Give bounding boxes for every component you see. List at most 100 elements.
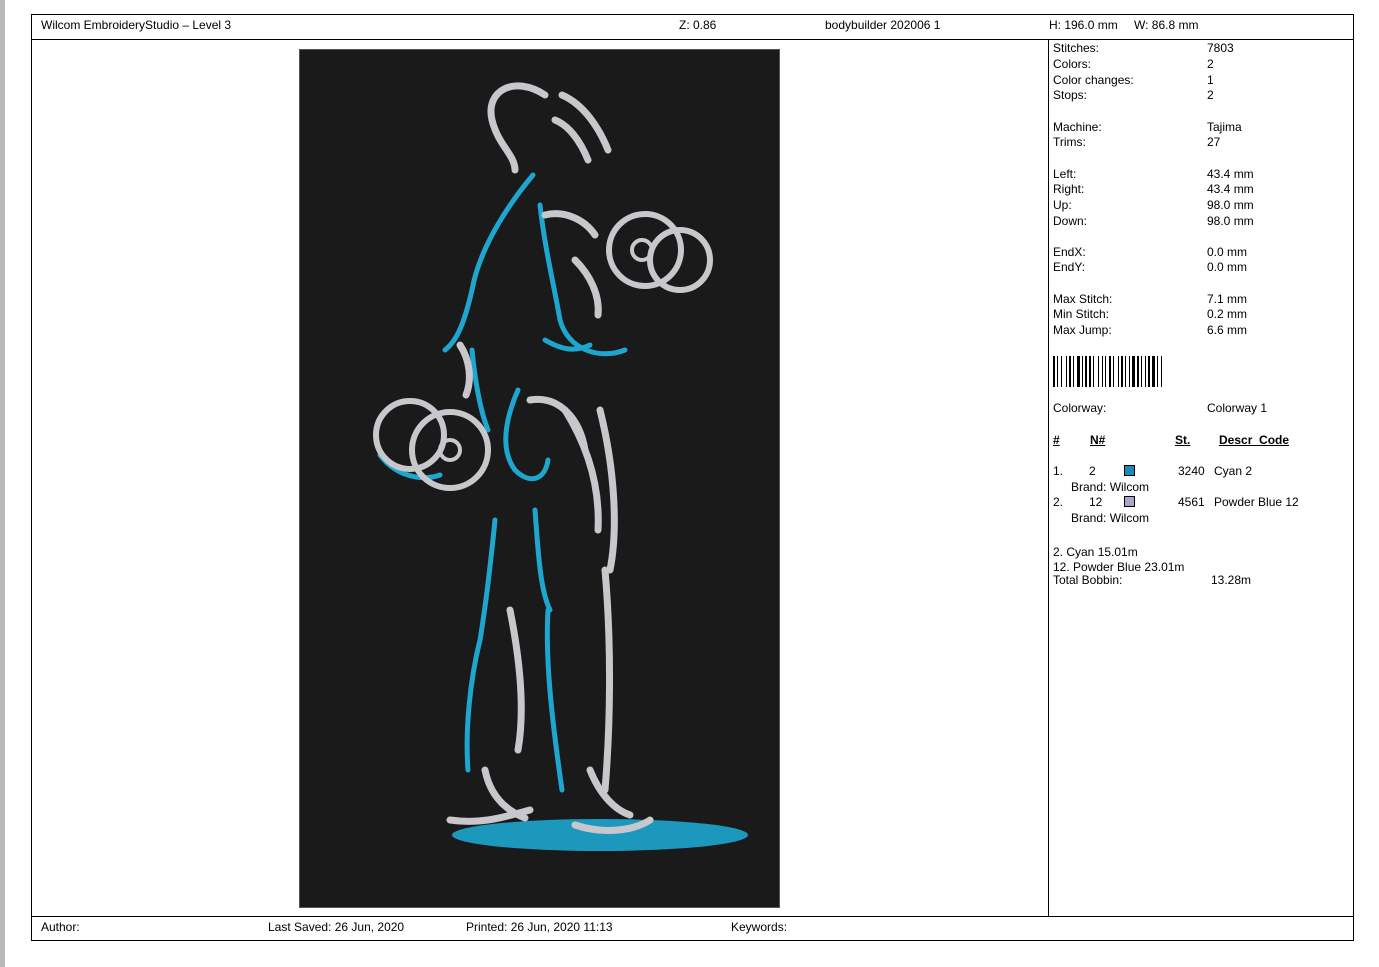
barcode-bar (1093, 356, 1094, 387)
max-stitch-value: 7.1 mm (1207, 292, 1248, 306)
barcode-bar (1137, 356, 1139, 387)
color-row-brand: Brand: Wilcom (1071, 511, 1150, 525)
up-value: 98.0 mm (1207, 198, 1254, 212)
barcode-bar (1098, 356, 1099, 387)
barcode-bar (1077, 356, 1080, 387)
barcode-bar (1145, 356, 1146, 387)
thread-usage-1: 2. Cyan 15.01m (1053, 545, 1138, 559)
window-edge (0, 0, 5, 967)
color-changes-value: 1 (1207, 73, 1214, 87)
stops-label: Stops: (1053, 88, 1088, 102)
trims-value: 27 (1207, 135, 1221, 149)
barcode-bar (1157, 356, 1158, 387)
barcode-bar (1057, 356, 1058, 387)
page-header: Wilcom EmbroideryStudio – Level 3 Z: 0.8… (31, 14, 1354, 40)
barcode-bar (1085, 356, 1087, 387)
right-label: Right: (1053, 182, 1085, 196)
app-title: Wilcom EmbroideryStudio – Level 3 (41, 18, 232, 32)
color-row-descr: Powder Blue 12 (1214, 495, 1299, 509)
printed-date: Printed: 26 Jun, 2020 11:13 (466, 920, 613, 934)
machine-label: Machine: (1053, 120, 1102, 134)
barcode-bar (1118, 356, 1119, 387)
barcode-bar (1089, 356, 1091, 387)
up-label: Up: (1053, 198, 1072, 212)
color-row-brand: Brand: Wilcom (1071, 480, 1150, 494)
panel-divider (1048, 40, 1049, 916)
barcode-bar (1066, 356, 1067, 387)
barcode-bar (1102, 356, 1103, 387)
color-row-stitches: 4561 (1178, 495, 1205, 509)
barcode-bar (1152, 356, 1155, 387)
barcode-bar (1121, 356, 1123, 387)
thread-usage-2: 12. Powder Blue 23.01m (1053, 560, 1185, 574)
page-footer: Author: Last Saved: 26 Jun, 2020 Printed… (31, 916, 1354, 941)
colorway-value: Colorway 1 (1207, 401, 1268, 415)
color-row-n: 12 (1089, 495, 1103, 509)
barcode-bar (1113, 356, 1114, 387)
thread-swatch (1124, 465, 1135, 476)
down-label: Down: (1053, 214, 1088, 228)
bobbin-value: 13.28m (1211, 573, 1252, 587)
barcode-bar (1073, 356, 1074, 387)
color-row-descr: Cyan 2 (1214, 464, 1253, 478)
thread-swatch (1124, 496, 1135, 507)
barcode-bar (1053, 356, 1055, 387)
endx-value: 0.0 mm (1207, 245, 1248, 259)
min-stitch-value: 0.2 mm (1207, 307, 1248, 321)
barcode-bar (1105, 356, 1106, 387)
colors-label: Colors: (1053, 57, 1092, 71)
keywords-label: Keywords: (731, 920, 788, 934)
dumbbell-upper (606, 211, 713, 293)
right-value: 43.4 mm (1207, 182, 1254, 196)
barcode-bar (1161, 356, 1162, 387)
ground-shadow (452, 819, 748, 851)
embroidery-figure (373, 82, 748, 851)
max-jump-label: Max Jump: (1053, 323, 1112, 337)
stitches-label: Stitches: (1053, 41, 1100, 55)
min-stitch-label: Min Stitch: (1053, 307, 1110, 321)
silver-outline (446, 82, 654, 834)
left-label: Left: (1053, 167, 1077, 181)
barcode (1053, 356, 1260, 387)
design-preview (299, 49, 780, 908)
color-row-stitches: 3240 (1178, 464, 1205, 478)
colorway-label: Colorway: (1053, 401, 1107, 415)
endy-value: 0.0 mm (1207, 260, 1248, 274)
barcode-bar (1082, 356, 1083, 387)
color-row-n: 2 (1089, 464, 1096, 478)
color-changes-label: Color changes: (1053, 73, 1134, 87)
barcode-bar (1132, 356, 1135, 387)
barcode-bar (1061, 356, 1062, 387)
barcode-bar (1069, 356, 1071, 387)
col-header-n: N# (1090, 433, 1106, 447)
max-jump-value: 6.6 mm (1207, 323, 1248, 337)
barcode-bar (1125, 356, 1126, 387)
colors-value: 2 (1207, 57, 1214, 71)
bobbin-label: Total Bobbin: (1053, 573, 1123, 587)
col-header-index: # (1053, 433, 1060, 447)
author-label: Author: (41, 920, 80, 934)
cyan-outline (377, 172, 628, 793)
stops-value: 2 (1207, 88, 1214, 102)
col-header-stitches: St. (1175, 433, 1191, 447)
endy-label: EndY: (1053, 260, 1086, 274)
color-row-index: 2. (1053, 495, 1064, 509)
design-height: H: 196.0 mm (1049, 18, 1118, 32)
col-header-descr: Descr_Code (1219, 433, 1290, 447)
trims-label: Trims: (1053, 135, 1086, 149)
stitches-value: 7803 (1207, 41, 1234, 55)
left-value: 43.4 mm (1207, 167, 1254, 181)
design-name: bodybuilder 202006 1 (825, 18, 941, 32)
last-saved: Last Saved: 26 Jun, 2020 (268, 920, 405, 934)
barcode-bar (1148, 356, 1150, 387)
max-stitch-label: Max Stitch: (1053, 292, 1113, 306)
barcode-bar (1109, 356, 1111, 387)
barcode-bar (1129, 356, 1130, 387)
color-row-index: 1. (1053, 464, 1064, 478)
endx-label: EndX: (1053, 245, 1086, 259)
barcode-bar (1141, 356, 1142, 387)
down-value: 98.0 mm (1207, 214, 1254, 228)
machine-value: Tajima (1207, 120, 1242, 134)
zoom-level: Z: 0.86 (679, 18, 717, 32)
design-width: W: 86.8 mm (1134, 18, 1199, 32)
